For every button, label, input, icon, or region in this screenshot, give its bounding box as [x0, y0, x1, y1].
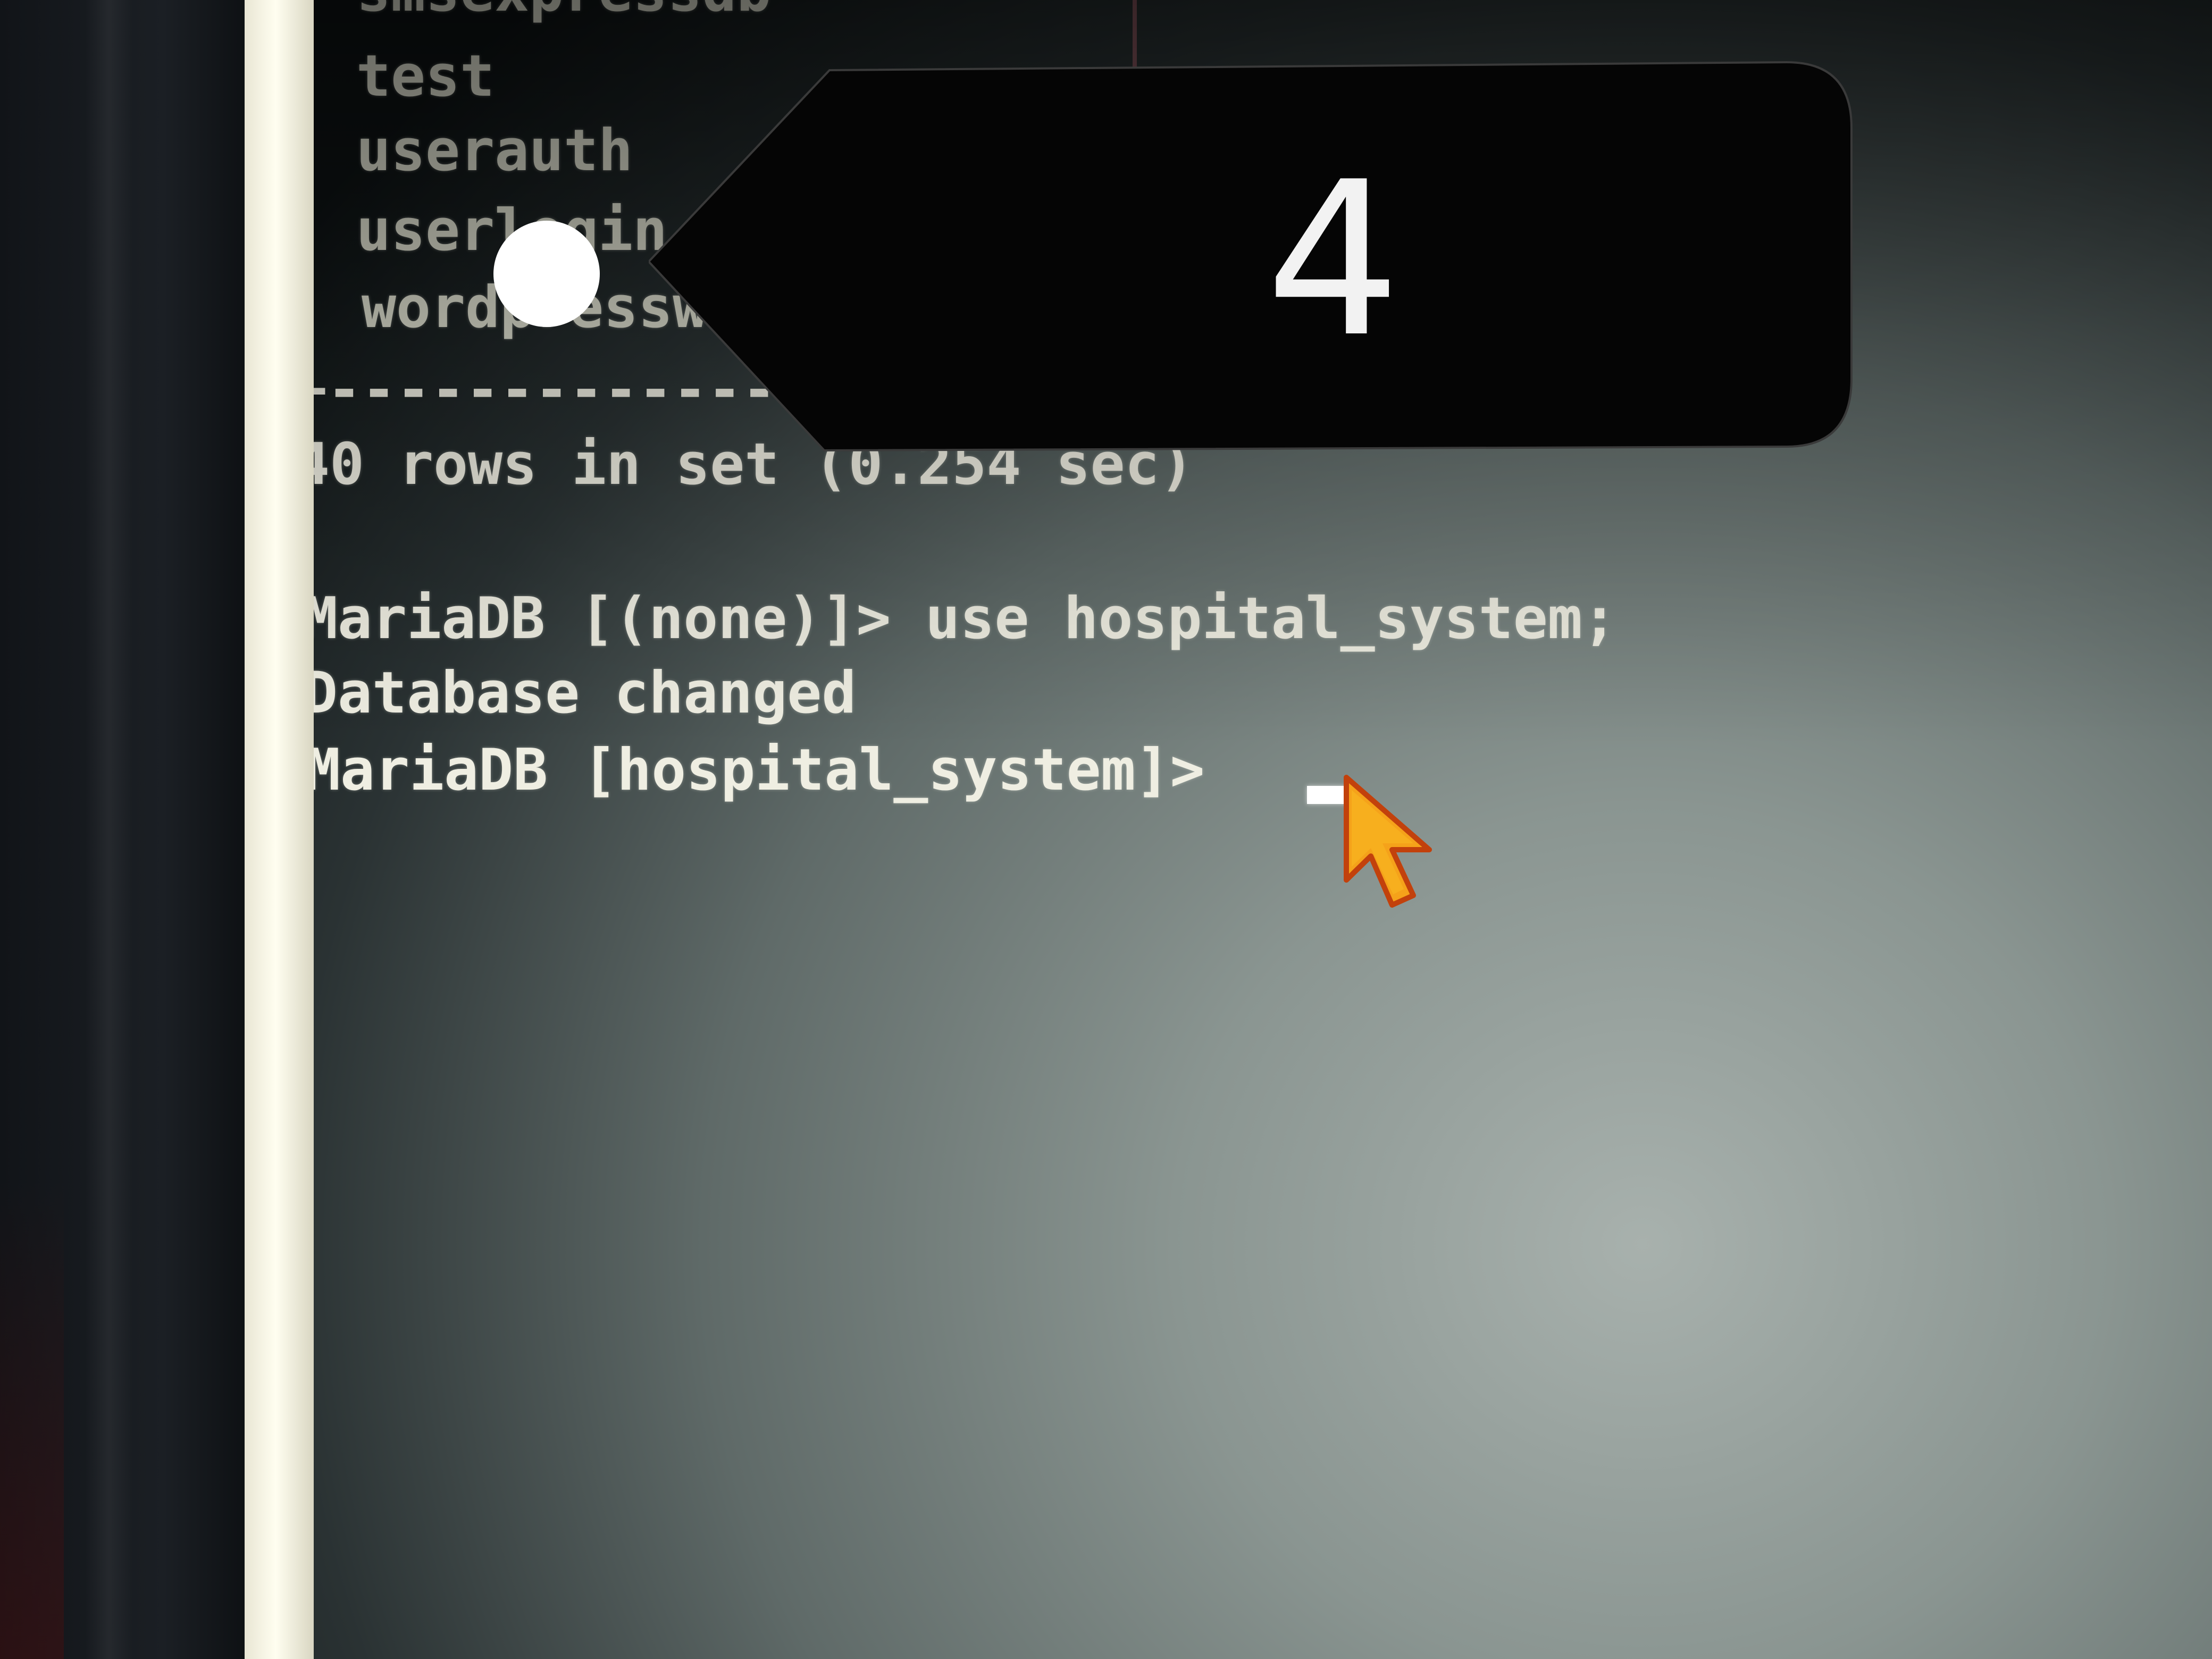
- response-text: Database changed: [314, 660, 857, 726]
- table-row: userauth: [356, 118, 633, 184]
- bezel-shadow: [0, 1180, 64, 1659]
- number-tag: [649, 61, 1853, 452]
- prompt-text: MariaDB [hospital_system]>: [314, 737, 1239, 803]
- tag-label: 4: [1266, 137, 1401, 384]
- prompt-line-2[interactable]: MariaDB [hospital_system]>: [314, 742, 1239, 799]
- prompt-line-1: MariaDB [(none)]> use hospital_system;: [314, 590, 1617, 648]
- mouse-pointer-icon: [1344, 775, 1432, 908]
- table-row: smsexpressdb: [356, 0, 771, 20]
- table-row: test: [356, 43, 495, 110]
- tag-hole-icon: [493, 221, 600, 327]
- command-text: use hospital_system;: [925, 585, 1617, 652]
- prompt-text: MariaDB [(none)]>: [314, 585, 926, 652]
- bezel-reflection: [85, 0, 133, 1659]
- screen-edge-highlight: [245, 0, 314, 1659]
